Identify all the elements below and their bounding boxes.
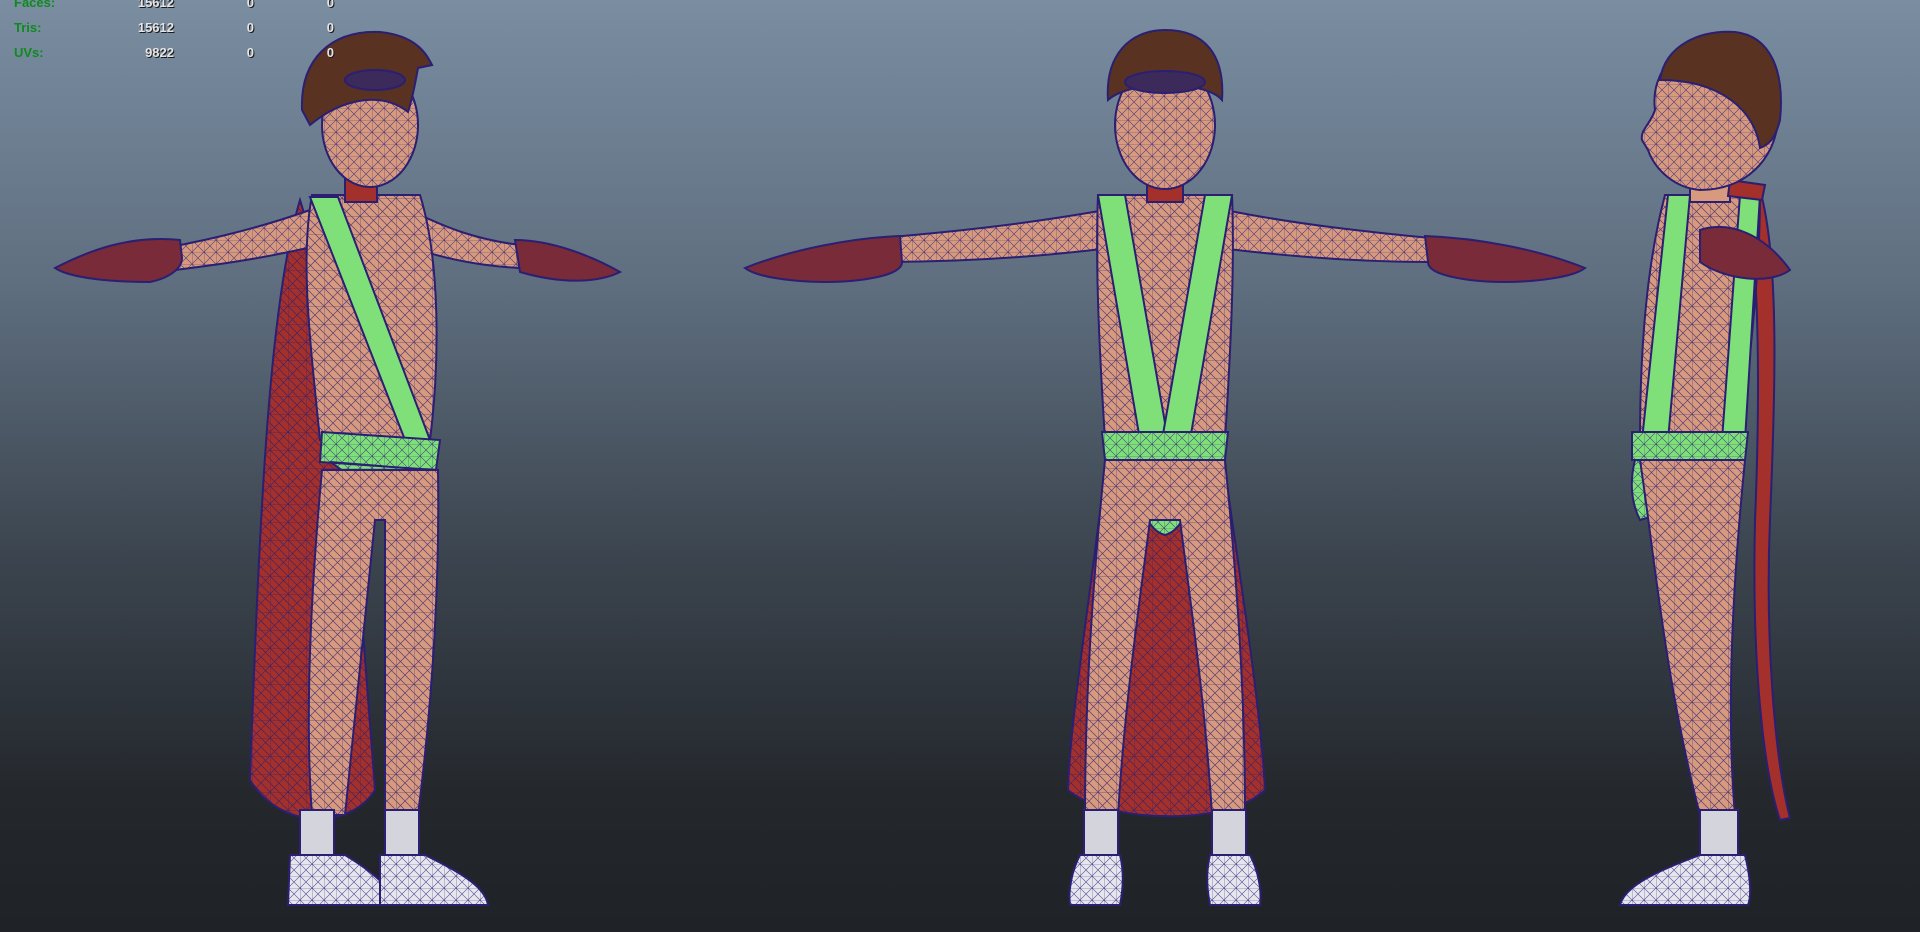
hud-label: Tris: bbox=[14, 20, 42, 35]
hud-row-faces: Faces: 15612 0 0 bbox=[14, 0, 334, 15]
hud-value: 15612 bbox=[137, 20, 174, 35]
hud-value: 0 bbox=[326, 45, 334, 60]
hud-value: 0 bbox=[246, 45, 254, 60]
hud-value: 0 bbox=[326, 0, 334, 10]
sock-right bbox=[1211, 809, 1247, 861]
hud-label: UVs: bbox=[14, 45, 44, 60]
hud-row-uvs: UVs: 9822 0 0 bbox=[14, 40, 334, 65]
poly-count-hud: Faces: 15612 0 0 Tris: 15612 0 0 UVs: 98… bbox=[14, 0, 334, 65]
sock bbox=[1699, 809, 1739, 861]
right-glove bbox=[1423, 234, 1587, 283]
sock-right bbox=[384, 809, 420, 861]
hud-value: 15612 bbox=[137, 0, 174, 10]
hud-row-tris: Tris: 15612 0 0 bbox=[14, 15, 334, 40]
hud-value: 0 bbox=[326, 20, 334, 35]
view-side bbox=[1618, 30, 1792, 906]
hud-label: Faces: bbox=[14, 0, 56, 10]
hud-value: 0 bbox=[246, 0, 254, 10]
left-glove bbox=[53, 238, 184, 284]
goggles bbox=[1124, 70, 1206, 94]
viewport-canvas[interactable]: Faces: 15612 0 0 Tris: 15612 0 0 UVs: 98… bbox=[0, 0, 1920, 932]
character-turnaround bbox=[53, 28, 1792, 906]
view-front bbox=[743, 28, 1587, 906]
hud-value: 0 bbox=[246, 20, 254, 35]
view-three-quarter bbox=[53, 30, 623, 906]
hud-value: 9822 bbox=[145, 45, 174, 60]
left-glove bbox=[743, 234, 904, 283]
right-glove bbox=[513, 238, 623, 282]
sock-left bbox=[1083, 809, 1119, 861]
goggles bbox=[344, 69, 406, 91]
sock-left bbox=[299, 809, 335, 861]
